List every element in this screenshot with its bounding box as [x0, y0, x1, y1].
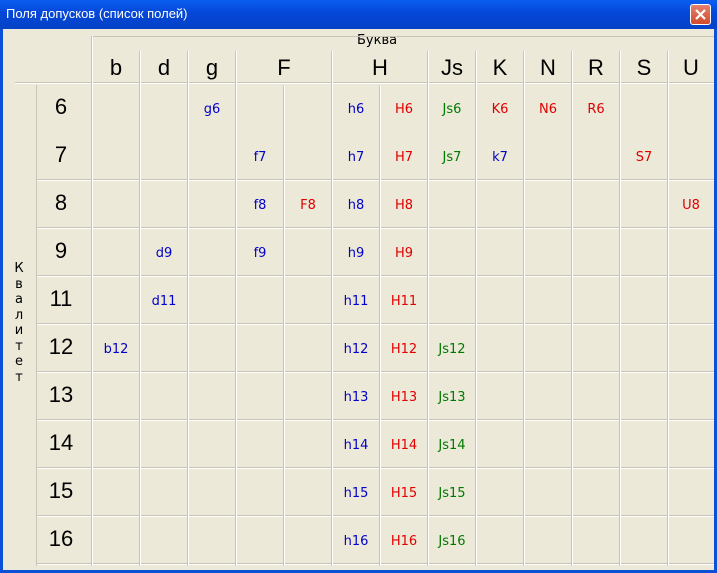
tolerance-field-h8[interactable]: h8: [332, 198, 380, 213]
row-header-14: 14: [48, 430, 74, 455]
tolerance-field-Js7[interactable]: Js7: [428, 150, 476, 165]
row-header-6: 6: [54, 94, 68, 119]
tolerance-fields-window: Поля допусков (список полей) Буква Квали…: [0, 0, 717, 573]
tolerance-field-h12[interactable]: h12: [332, 342, 380, 357]
grid-line: [236, 51, 237, 566]
tolerance-field-H9[interactable]: H9: [380, 246, 428, 261]
column-header-d: d: [157, 55, 171, 80]
tolerance-field-h9[interactable]: h9: [332, 246, 380, 261]
row-header-8: 8: [54, 190, 68, 215]
row-header-15: 15: [48, 478, 74, 503]
tolerance-field-H14[interactable]: H14: [380, 438, 428, 453]
grid-line: [572, 51, 573, 566]
column-header-Js: Js: [441, 55, 463, 80]
tolerance-field-Js14[interactable]: Js14: [428, 438, 476, 453]
tolerance-field-N6[interactable]: N6: [524, 102, 572, 117]
row-header-16: 16: [48, 526, 74, 551]
tolerance-field-K6[interactable]: K6: [476, 102, 524, 117]
grid-line: [284, 85, 285, 566]
grid-line: [92, 36, 714, 37]
column-header-b: b: [109, 55, 123, 80]
tolerance-field-H8[interactable]: H8: [380, 198, 428, 213]
grid-line: [15, 83, 714, 84]
tolerance-field-Js12[interactable]: Js12: [428, 342, 476, 357]
tolerance-field-h15[interactable]: h15: [332, 486, 380, 501]
column-header-F: F: [277, 55, 291, 80]
tolerance-field-h7[interactable]: h7: [332, 150, 380, 165]
grid-line: [188, 51, 189, 566]
grid-line: [620, 51, 621, 566]
window-title: Поля допусков (список полей): [6, 6, 188, 21]
grid-line: [476, 51, 477, 566]
column-header-S: S: [636, 55, 652, 80]
tolerance-field-f7[interactable]: f7: [236, 150, 284, 165]
tolerance-field-H13[interactable]: H13: [380, 390, 428, 405]
row-header-9: 9: [54, 238, 68, 263]
tolerance-field-Js13[interactable]: Js13: [428, 390, 476, 405]
close-button[interactable]: [690, 4, 711, 25]
tolerance-field-k7[interactable]: k7: [476, 150, 524, 165]
tolerance-field-f9[interactable]: f9: [236, 246, 284, 261]
column-header-N: N: [540, 55, 556, 80]
grid-line: [668, 51, 669, 566]
tolerance-field-U8[interactable]: U8: [668, 198, 714, 213]
tolerance-field-Js6[interactable]: Js6: [428, 102, 476, 117]
grid-line: [524, 51, 525, 566]
tolerance-grid: Буква Квалитет b d g F H Js K N R S U 6 7 8 9 11 12 13 14 1…: [3, 29, 714, 570]
column-header-g: g: [205, 55, 219, 80]
tolerance-field-H6[interactable]: H6: [380, 102, 428, 117]
tolerance-field-H11[interactable]: H11: [380, 294, 428, 309]
tolerance-field-F8[interactable]: F8: [284, 198, 332, 213]
grade-header-label: Квалитет: [14, 261, 24, 385]
tolerance-field-H7[interactable]: H7: [380, 150, 428, 165]
tolerance-field-d9[interactable]: d9: [140, 246, 188, 261]
column-header-H: H: [372, 55, 388, 80]
tolerance-field-H16[interactable]: H16: [380, 534, 428, 549]
tolerance-field-Js16[interactable]: Js16: [428, 534, 476, 549]
tolerance-field-S7[interactable]: S7: [620, 150, 668, 165]
tolerance-field-g6[interactable]: g6: [188, 102, 236, 117]
tolerance-field-f8[interactable]: f8: [236, 198, 284, 213]
tolerance-field-h11[interactable]: h11: [332, 294, 380, 309]
tolerance-field-d11[interactable]: d11: [140, 294, 188, 309]
column-header-U: U: [683, 55, 699, 80]
tolerance-field-h6[interactable]: h6: [332, 102, 380, 117]
tolerance-field-h13[interactable]: h13: [332, 390, 380, 405]
grid-line: [92, 36, 93, 566]
title-bar[interactable]: Поля допусков (список полей): [0, 0, 717, 29]
tolerance-field-H12[interactable]: H12: [380, 342, 428, 357]
tolerance-field-Js15[interactable]: Js15: [428, 486, 476, 501]
tolerance-field-b12[interactable]: b12: [92, 342, 140, 357]
row-header-11: 11: [49, 286, 73, 311]
tolerance-field-H15[interactable]: H15: [380, 486, 428, 501]
tolerance-field-h16[interactable]: h16: [332, 534, 380, 549]
column-header-K: K: [492, 55, 508, 80]
column-header-R: R: [588, 55, 604, 80]
close-icon: [695, 9, 706, 20]
tolerance-field-R6[interactable]: R6: [572, 102, 620, 117]
row-header-13: 13: [48, 382, 74, 407]
row-header-7: 7: [54, 142, 68, 167]
tolerance-field-h14[interactable]: h14: [332, 438, 380, 453]
row-header-12: 12: [48, 334, 74, 359]
